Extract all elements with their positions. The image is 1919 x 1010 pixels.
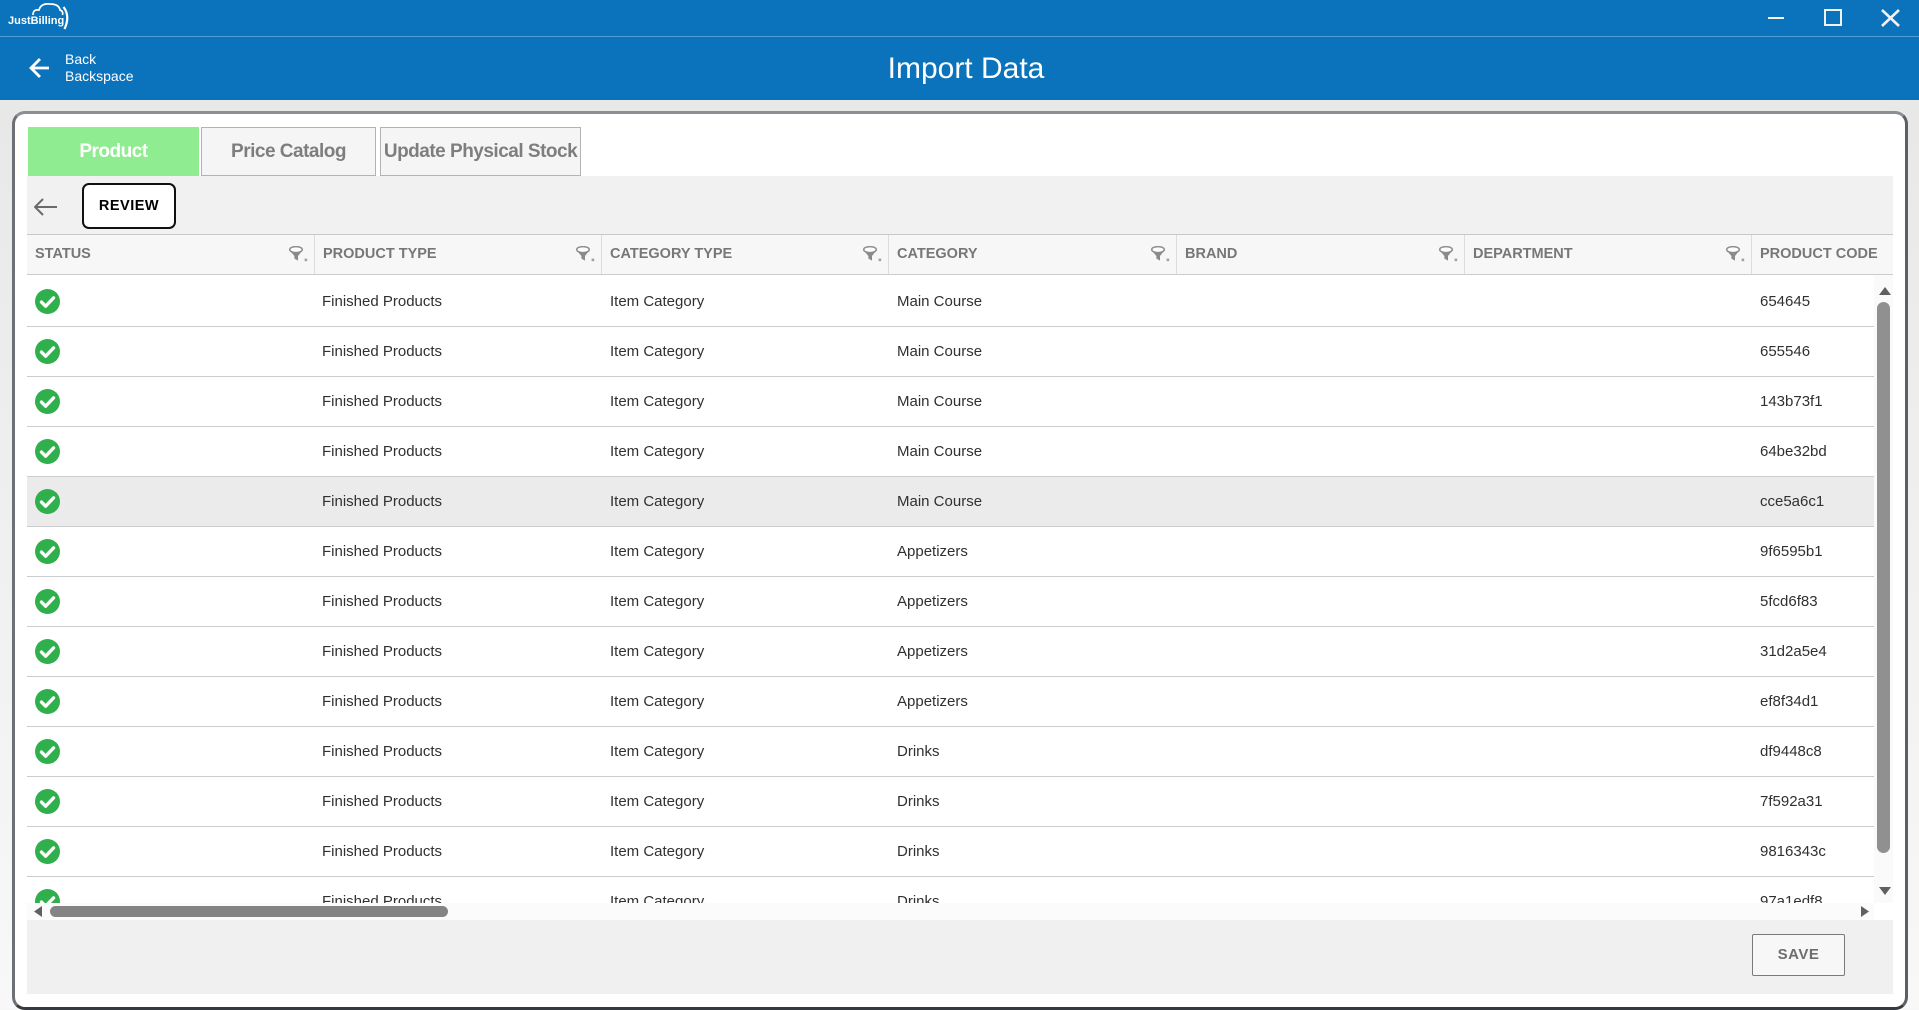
svg-text:JustBilling: JustBilling <box>8 15 64 27</box>
